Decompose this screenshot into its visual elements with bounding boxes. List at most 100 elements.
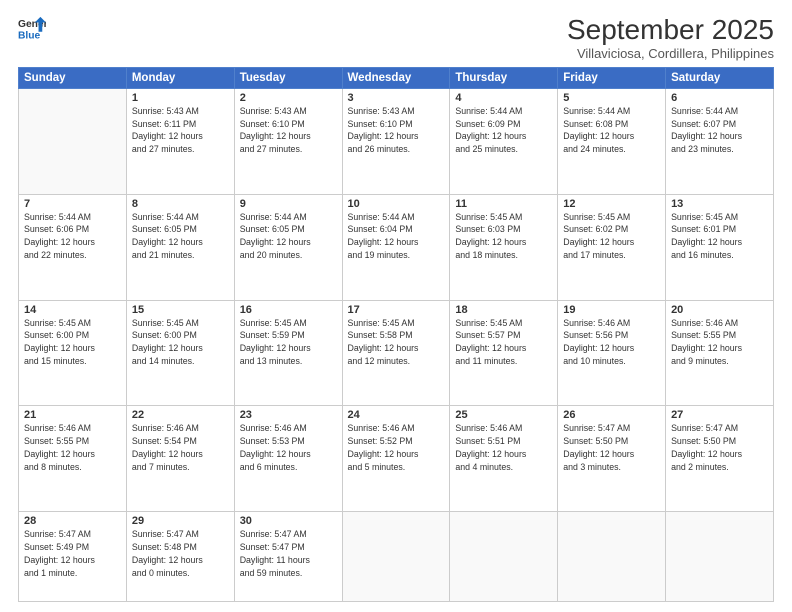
day-number: 27 [671, 409, 768, 421]
day-detail: Sunrise: 5:46 AM Sunset: 5:55 PM Dayligh… [24, 422, 121, 473]
day-number: 21 [24, 409, 121, 421]
calendar-cell: 8Sunrise: 5:44 AM Sunset: 6:05 PM Daylig… [126, 194, 234, 300]
calendar-subtitle: Villaviciosa, Cordillera, Philippines [567, 46, 774, 61]
day-number: 7 [24, 198, 121, 210]
day-detail: Sunrise: 5:47 AM Sunset: 5:48 PM Dayligh… [132, 528, 229, 579]
day-number: 9 [240, 198, 337, 210]
day-detail: Sunrise: 5:44 AM Sunset: 6:05 PM Dayligh… [132, 211, 229, 262]
calendar-cell: 30Sunrise: 5:47 AM Sunset: 5:47 PM Dayli… [234, 512, 342, 602]
day-number: 1 [132, 92, 229, 104]
day-number: 5 [563, 92, 660, 104]
calendar-cell: 20Sunrise: 5:46 AM Sunset: 5:55 PM Dayli… [666, 300, 774, 406]
day-detail: Sunrise: 5:46 AM Sunset: 5:54 PM Dayligh… [132, 422, 229, 473]
weekday-header-row: SundayMondayTuesdayWednesdayThursdayFrid… [19, 67, 774, 88]
calendar-cell: 12Sunrise: 5:45 AM Sunset: 6:02 PM Dayli… [558, 194, 666, 300]
page: General Blue September 2025 Villaviciosa… [0, 0, 792, 612]
calendar-week-row: 1Sunrise: 5:43 AM Sunset: 6:11 PM Daylig… [19, 88, 774, 194]
day-detail: Sunrise: 5:44 AM Sunset: 6:08 PM Dayligh… [563, 105, 660, 156]
weekday-header-saturday: Saturday [666, 67, 774, 88]
day-number: 11 [455, 198, 552, 210]
day-detail: Sunrise: 5:44 AM Sunset: 6:05 PM Dayligh… [240, 211, 337, 262]
calendar-cell: 22Sunrise: 5:46 AM Sunset: 5:54 PM Dayli… [126, 406, 234, 512]
calendar-cell: 21Sunrise: 5:46 AM Sunset: 5:55 PM Dayli… [19, 406, 127, 512]
calendar-cell [666, 512, 774, 602]
day-detail: Sunrise: 5:45 AM Sunset: 6:01 PM Dayligh… [671, 211, 768, 262]
day-number: 4 [455, 92, 552, 104]
day-detail: Sunrise: 5:45 AM Sunset: 5:57 PM Dayligh… [455, 317, 552, 368]
weekday-header-thursday: Thursday [450, 67, 558, 88]
calendar-cell: 1Sunrise: 5:43 AM Sunset: 6:11 PM Daylig… [126, 88, 234, 194]
day-detail: Sunrise: 5:45 AM Sunset: 5:59 PM Dayligh… [240, 317, 337, 368]
day-detail: Sunrise: 5:47 AM Sunset: 5:50 PM Dayligh… [671, 422, 768, 473]
day-detail: Sunrise: 5:44 AM Sunset: 6:04 PM Dayligh… [348, 211, 445, 262]
logo-icon: General Blue [18, 15, 46, 43]
weekday-header-monday: Monday [126, 67, 234, 88]
calendar-cell [558, 512, 666, 602]
day-number: 6 [671, 92, 768, 104]
day-number: 13 [671, 198, 768, 210]
weekday-header-wednesday: Wednesday [342, 67, 450, 88]
weekday-header-sunday: Sunday [19, 67, 127, 88]
calendar-cell: 13Sunrise: 5:45 AM Sunset: 6:01 PM Dayli… [666, 194, 774, 300]
day-detail: Sunrise: 5:47 AM Sunset: 5:49 PM Dayligh… [24, 528, 121, 579]
title-block: September 2025 Villaviciosa, Cordillera,… [567, 15, 774, 61]
calendar-week-row: 28Sunrise: 5:47 AM Sunset: 5:49 PM Dayli… [19, 512, 774, 602]
calendar-week-row: 14Sunrise: 5:45 AM Sunset: 6:00 PM Dayli… [19, 300, 774, 406]
calendar-cell: 25Sunrise: 5:46 AM Sunset: 5:51 PM Dayli… [450, 406, 558, 512]
calendar-cell: 28Sunrise: 5:47 AM Sunset: 5:49 PM Dayli… [19, 512, 127, 602]
day-number: 19 [563, 304, 660, 316]
calendar-cell: 9Sunrise: 5:44 AM Sunset: 6:05 PM Daylig… [234, 194, 342, 300]
day-detail: Sunrise: 5:45 AM Sunset: 6:02 PM Dayligh… [563, 211, 660, 262]
calendar-cell: 17Sunrise: 5:45 AM Sunset: 5:58 PM Dayli… [342, 300, 450, 406]
day-detail: Sunrise: 5:45 AM Sunset: 6:00 PM Dayligh… [24, 317, 121, 368]
calendar-cell: 26Sunrise: 5:47 AM Sunset: 5:50 PM Dayli… [558, 406, 666, 512]
day-detail: Sunrise: 5:47 AM Sunset: 5:47 PM Dayligh… [240, 528, 337, 579]
calendar-cell [19, 88, 127, 194]
day-number: 26 [563, 409, 660, 421]
day-detail: Sunrise: 5:47 AM Sunset: 5:50 PM Dayligh… [563, 422, 660, 473]
day-detail: Sunrise: 5:44 AM Sunset: 6:06 PM Dayligh… [24, 211, 121, 262]
day-number: 20 [671, 304, 768, 316]
day-detail: Sunrise: 5:45 AM Sunset: 6:03 PM Dayligh… [455, 211, 552, 262]
weekday-header-friday: Friday [558, 67, 666, 88]
day-number: 18 [455, 304, 552, 316]
day-number: 24 [348, 409, 445, 421]
calendar-cell: 19Sunrise: 5:46 AM Sunset: 5:56 PM Dayli… [558, 300, 666, 406]
header: General Blue September 2025 Villaviciosa… [18, 15, 774, 61]
day-detail: Sunrise: 5:45 AM Sunset: 5:58 PM Dayligh… [348, 317, 445, 368]
weekday-header-tuesday: Tuesday [234, 67, 342, 88]
calendar-cell: 4Sunrise: 5:44 AM Sunset: 6:09 PM Daylig… [450, 88, 558, 194]
svg-text:Blue: Blue [18, 30, 41, 41]
calendar-table: SundayMondayTuesdayWednesdayThursdayFrid… [18, 67, 774, 602]
calendar-week-row: 21Sunrise: 5:46 AM Sunset: 5:55 PM Dayli… [19, 406, 774, 512]
day-detail: Sunrise: 5:44 AM Sunset: 6:07 PM Dayligh… [671, 105, 768, 156]
day-detail: Sunrise: 5:43 AM Sunset: 6:10 PM Dayligh… [240, 105, 337, 156]
day-number: 30 [240, 515, 337, 527]
day-number: 17 [348, 304, 445, 316]
logo: General Blue [18, 15, 46, 43]
day-number: 29 [132, 515, 229, 527]
day-number: 14 [24, 304, 121, 316]
calendar-cell: 3Sunrise: 5:43 AM Sunset: 6:10 PM Daylig… [342, 88, 450, 194]
day-number: 8 [132, 198, 229, 210]
day-detail: Sunrise: 5:46 AM Sunset: 5:52 PM Dayligh… [348, 422, 445, 473]
calendar-cell: 18Sunrise: 5:45 AM Sunset: 5:57 PM Dayli… [450, 300, 558, 406]
calendar-cell: 16Sunrise: 5:45 AM Sunset: 5:59 PM Dayli… [234, 300, 342, 406]
calendar-cell: 5Sunrise: 5:44 AM Sunset: 6:08 PM Daylig… [558, 88, 666, 194]
calendar-cell [450, 512, 558, 602]
calendar-cell: 14Sunrise: 5:45 AM Sunset: 6:00 PM Dayli… [19, 300, 127, 406]
day-number: 25 [455, 409, 552, 421]
day-number: 2 [240, 92, 337, 104]
calendar-cell: 24Sunrise: 5:46 AM Sunset: 5:52 PM Dayli… [342, 406, 450, 512]
day-detail: Sunrise: 5:43 AM Sunset: 6:11 PM Dayligh… [132, 105, 229, 156]
day-number: 28 [24, 515, 121, 527]
calendar-cell: 10Sunrise: 5:44 AM Sunset: 6:04 PM Dayli… [342, 194, 450, 300]
day-number: 22 [132, 409, 229, 421]
day-detail: Sunrise: 5:45 AM Sunset: 6:00 PM Dayligh… [132, 317, 229, 368]
day-number: 10 [348, 198, 445, 210]
calendar-cell: 15Sunrise: 5:45 AM Sunset: 6:00 PM Dayli… [126, 300, 234, 406]
calendar-cell: 2Sunrise: 5:43 AM Sunset: 6:10 PM Daylig… [234, 88, 342, 194]
day-detail: Sunrise: 5:46 AM Sunset: 5:56 PM Dayligh… [563, 317, 660, 368]
day-detail: Sunrise: 5:46 AM Sunset: 5:53 PM Dayligh… [240, 422, 337, 473]
calendar-cell: 7Sunrise: 5:44 AM Sunset: 6:06 PM Daylig… [19, 194, 127, 300]
